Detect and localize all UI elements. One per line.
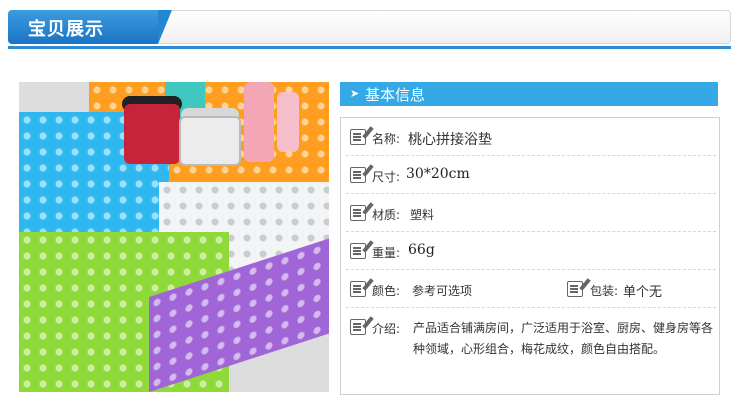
edit-icon: [350, 319, 366, 335]
section-header: 宝贝展示: [8, 10, 731, 49]
info-row-size: 尺寸: 30*20cm: [346, 156, 716, 194]
header-tab: 宝贝展示: [8, 10, 172, 44]
edit-icon: [350, 281, 366, 297]
weight-value: 66g: [408, 242, 435, 258]
pink-bottle: [244, 82, 274, 162]
info-title: 基本信息: [365, 86, 426, 104]
arrow-right-icon: ➤: [350, 87, 360, 100]
red-jar: [124, 104, 180, 164]
size-value: 30*20cm: [406, 166, 470, 182]
pink-bottle-small: [277, 92, 299, 152]
info-row-weight: 重量: 66g: [346, 232, 716, 270]
edit-icon: [350, 243, 366, 259]
intro-label: 介绍:: [372, 322, 401, 336]
edit-icon: [350, 205, 366, 221]
info-row-material: 材质: 塑料: [346, 194, 716, 232]
info-panel: 名称: 桃心拼接浴垫 尺寸: 30*20cm 材质: 塑料 重量: 66g 颜色…: [340, 117, 720, 395]
white-jar: [179, 116, 241, 166]
product-image: [19, 82, 329, 392]
section-title: 宝贝展示: [28, 19, 104, 40]
info-header: ➤ 基本信息: [340, 82, 718, 106]
color-label: 颜色:: [372, 284, 401, 298]
color-value: 参考可选项: [412, 284, 473, 298]
info-row-name: 名称: 桃心拼接浴垫: [346, 118, 716, 156]
package-value: 单个无: [623, 285, 663, 300]
weight-label: 重量:: [372, 246, 401, 260]
material-label: 材质:: [372, 208, 401, 222]
header-underline: [8, 46, 731, 49]
name-label: 名称:: [372, 132, 401, 146]
package-label: 包装:: [590, 284, 619, 298]
edit-icon: [350, 167, 366, 183]
material-value: 塑料: [410, 208, 435, 222]
size-label: 尺寸:: [372, 170, 401, 184]
intro-text: 产品适合铺满房间，广泛适用于浴室、厨房、健身房等各种领域，心形组合，梅花成纹，颜…: [413, 321, 714, 356]
info-row-intro: 介绍: 产品适合铺满房间，广泛适用于浴室、厨房、健身房等各种领域，心形组合，梅花…: [346, 308, 716, 388]
info-row-color-package: 颜色: 参考可选项 包装: 单个无: [346, 270, 716, 308]
edit-icon: [350, 129, 366, 145]
edit-icon: [567, 281, 583, 297]
name-value: 桃心拼接浴垫: [408, 132, 492, 148]
